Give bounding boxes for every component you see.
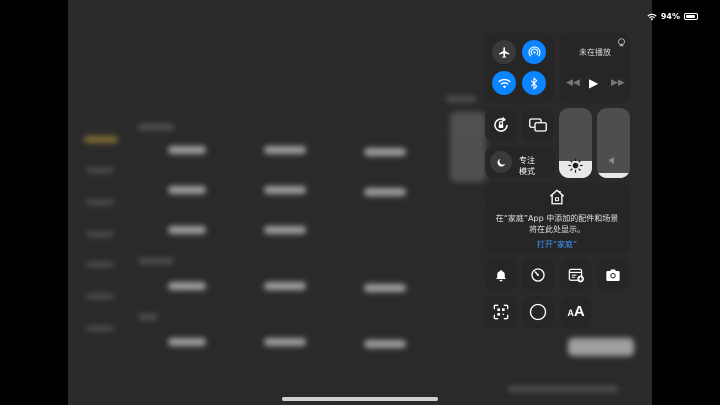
silent-mode-button[interactable] [485,259,517,291]
wifi-icon [647,13,657,20]
battery-percentage: 94% [660,12,680,21]
previous-track-button[interactable]: ◀◀ [566,78,580,88]
bluetooth-toggle[interactable] [522,71,546,95]
home-icon [549,189,565,205]
status-bar: 94% [647,12,698,21]
code-scanner-button[interactable] [485,296,517,328]
focus-mode-label: 专注 模式 [519,156,535,176]
text-size-button[interactable]: AA [560,296,592,328]
volume-slider[interactable] [597,108,630,178]
airdrop-toggle[interactable] [522,40,546,64]
airplay-audio-icon[interactable] [617,38,626,47]
moon-icon [497,158,505,166]
bluetooth-icon [530,77,538,89]
quick-note-button[interactable] [560,259,592,291]
record-icon [529,303,547,321]
screen-recording-button[interactable] [522,296,554,328]
next-track-button[interactable]: ▶▶ [611,78,625,88]
orientation-lock-icon [494,116,508,132]
screen-mirroring-icon [529,118,547,132]
qr-scanner-icon [493,304,509,320]
sun-icon [568,158,583,173]
airplane-icon [498,46,509,58]
camera-icon [606,269,620,281]
home-message: 在“家庭”App 中添加的配件和场景 将在此处显示。 [495,214,619,234]
now-playing-title: 未在播放 [579,48,611,57]
airdrop-icon [528,45,540,57]
play-button[interactable]: ▶ [589,76,598,90]
timer-icon [531,268,545,282]
volume-level [597,173,630,178]
wifi-toggle[interactable] [492,71,516,95]
play-icon: ▶ [589,76,599,90]
text-size-icon: AA [567,303,585,320]
open-home-link[interactable]: 打开“家庭” [486,239,628,250]
rewind-icon: ◀◀ [566,78,580,88]
airplane-mode-toggle[interactable] [492,40,516,64]
fast-forward-icon: ▶▶ [611,78,625,88]
speaker-icon [609,156,614,165]
home-indicator[interactable] [282,397,438,401]
wifi-icon [497,78,511,88]
camera-button[interactable] [597,259,629,291]
battery-icon [684,13,698,20]
screen-mirroring-button[interactable] [522,109,554,141]
orientation-lock-button[interactable] [485,109,517,141]
battery-fill [686,15,696,18]
brightness-slider[interactable] [559,108,592,178]
focus-mode-icon-badge [490,151,512,173]
bell-icon [496,269,506,281]
timer-button[interactable] [522,259,554,291]
quick-note-icon [568,268,584,282]
